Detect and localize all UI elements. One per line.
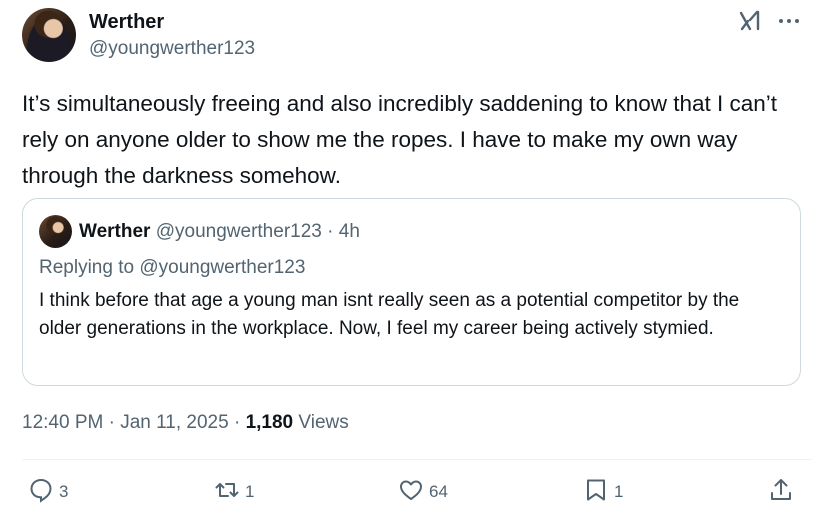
replying-to: Replying to @youngwerther123 bbox=[39, 257, 306, 278]
tweet-text: It’s simultaneously freeing and also inc… bbox=[22, 91, 778, 188]
bookmark-button[interactable]: 1 bbox=[583, 478, 623, 506]
quoted-tweet[interactable]: Werther @youngwerther123 · 4h Replying t… bbox=[22, 198, 801, 386]
author-avatar[interactable] bbox=[22, 8, 76, 62]
quoted-author-avatar[interactable] bbox=[39, 215, 72, 248]
meta-separator: · bbox=[233, 412, 241, 433]
reply-count: 3 bbox=[59, 482, 69, 501]
repost-icon bbox=[214, 477, 240, 508]
grok-icon[interactable] bbox=[738, 8, 764, 34]
share-button[interactable] bbox=[768, 478, 794, 506]
bookmark-count: 1 bbox=[614, 482, 624, 501]
views-count: 1,180 bbox=[245, 412, 294, 433]
tweet-date[interactable]: Jan 11, 2025 bbox=[120, 412, 228, 433]
quoted-author-handle[interactable]: @youngwerther123 bbox=[156, 221, 322, 242]
heart-icon bbox=[398, 477, 424, 508]
divider bbox=[22, 459, 812, 460]
reply-icon bbox=[28, 477, 54, 508]
repost-count: 1 bbox=[245, 482, 255, 501]
quoted-author-name[interactable]: Werther bbox=[79, 221, 150, 242]
views-label: Views bbox=[298, 412, 349, 433]
bookmark-icon bbox=[583, 477, 609, 508]
like-count: 64 bbox=[429, 482, 448, 501]
repost-button[interactable]: 1 bbox=[214, 478, 254, 506]
quoted-separator: · bbox=[327, 221, 334, 242]
tweet-metadata: 12:40 PM · Jan 11, 2025 · 1,180 Views bbox=[22, 410, 349, 436]
meta-separator: · bbox=[108, 412, 115, 433]
share-icon bbox=[768, 477, 794, 508]
like-button[interactable]: 64 bbox=[398, 478, 448, 506]
tweet-time[interactable]: 12:40 PM bbox=[22, 412, 103, 433]
reply-button[interactable]: 3 bbox=[28, 478, 68, 506]
more-icon[interactable] bbox=[776, 8, 802, 34]
quoted-tweet-text: I think before that age a young man isnt… bbox=[39, 290, 740, 339]
author-handle[interactable]: @youngwerther123 bbox=[89, 37, 255, 61]
quoted-age[interactable]: 4h bbox=[339, 221, 360, 242]
author-name[interactable]: Werther bbox=[89, 10, 164, 34]
quoted-tweet-header: Werther @youngwerther123 · 4h bbox=[79, 219, 360, 245]
